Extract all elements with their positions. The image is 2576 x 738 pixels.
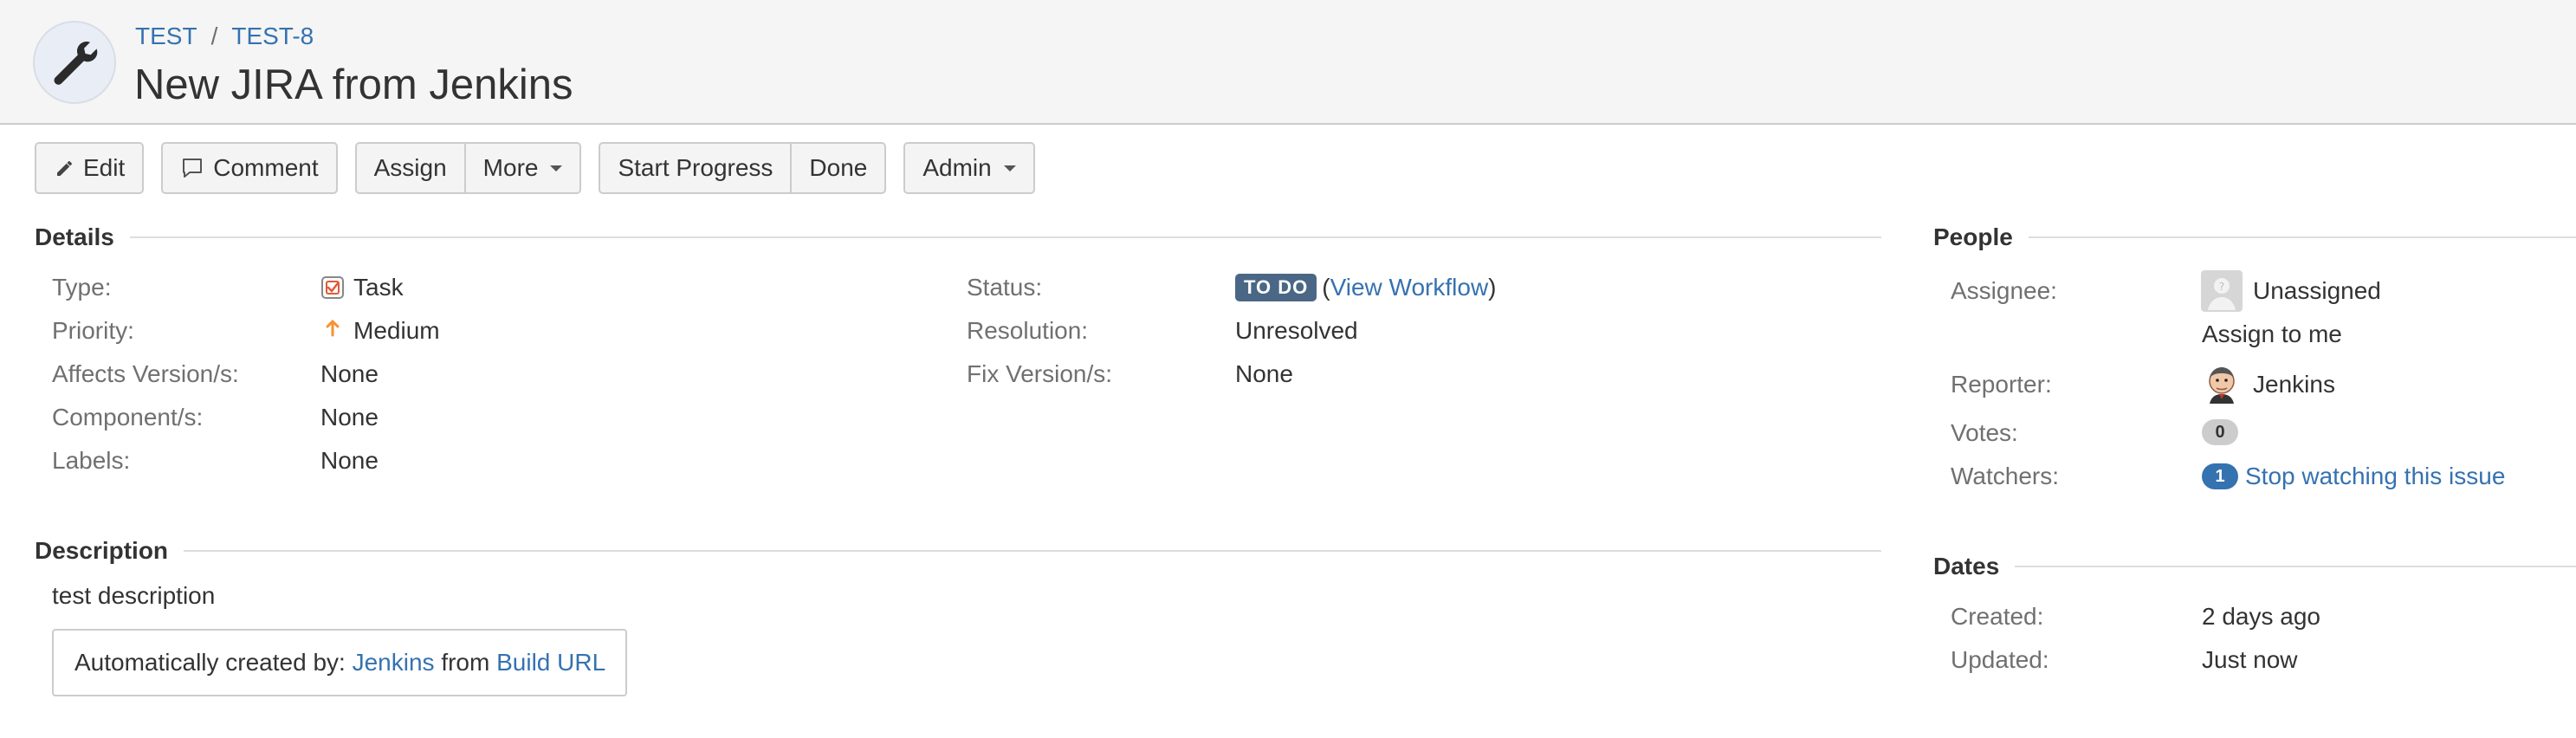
type-value: Task — [320, 274, 404, 301]
breadcrumb-issue-key-link[interactable]: TEST-8 — [231, 23, 314, 49]
start-progress-button[interactable]: Start Progress — [599, 142, 793, 194]
reporter-label: Reporter: — [1951, 371, 2052, 398]
done-button[interactable]: Done — [792, 142, 887, 194]
comment-button[interactable]: Comment — [161, 142, 338, 194]
priority-medium-icon — [326, 320, 340, 337]
type-label: Type: — [52, 274, 112, 301]
assign-more-group: Assign More — [354, 142, 582, 194]
jenkins-link[interactable]: Jenkins — [353, 649, 435, 676]
admin-group: Admin — [903, 142, 1035, 194]
people-divider — [2028, 236, 2576, 238]
created-value: 2 days ago — [2202, 603, 2320, 630]
watchers-badge[interactable]: 1 — [2202, 463, 2238, 489]
done-button-label: Done — [809, 154, 868, 181]
breadcrumb-project-link[interactable]: TEST — [135, 23, 197, 49]
status-value: TO DO (View Workflow) — [1235, 274, 1497, 301]
priority-value-text: Medium — [353, 317, 440, 344]
stop-watching-link[interactable]: Stop watching this issue — [2245, 463, 2505, 490]
people-heading-label: People — [1933, 223, 2013, 250]
edit-button-label: Edit — [83, 154, 126, 181]
assign-button-label: Assign — [373, 154, 447, 181]
workflow-group: Start Progress Done — [599, 142, 887, 194]
votes-value: 0 — [2202, 419, 2238, 445]
votes-badge[interactable]: 0 — [2202, 419, 2238, 445]
people-heading[interactable]: People — [1933, 223, 2576, 251]
assignee-label: Assignee: — [1951, 277, 2057, 304]
updated-value: Just now — [2202, 646, 2298, 673]
admin-button[interactable]: Admin — [903, 142, 1035, 194]
comment-button-label: Comment — [213, 154, 319, 181]
description-divider — [184, 550, 1881, 552]
build-url-link[interactable]: Build URL — [496, 649, 605, 676]
updated-label: Updated: — [1951, 646, 2049, 673]
description-heading[interactable]: Description — [35, 537, 1881, 565]
breadcrumb: TEST / TEST-8 — [135, 23, 314, 50]
fix-versions-label: Fix Version/s: — [967, 360, 1113, 387]
start-progress-label: Start Progress — [618, 154, 773, 181]
issue-header: TEST / TEST-8 New JIRA from Jenkins — [0, 0, 2576, 125]
chevron-down-icon — [1003, 165, 1016, 172]
admin-button-label: Admin — [922, 154, 992, 181]
resolution-value: Unresolved — [1235, 317, 1358, 344]
components-value: None — [320, 404, 379, 430]
open-paren: ( — [1322, 274, 1330, 301]
description-panel-middle: from — [441, 649, 490, 676]
more-button[interactable]: More — [465, 142, 582, 194]
priority-value: Medium — [320, 317, 440, 345]
assignee-value: ? Unassigned — [2201, 270, 2381, 312]
page-title[interactable]: New JIRA from Jenkins — [134, 59, 573, 111]
assignee-value-text: Unassigned — [2253, 277, 2381, 304]
project-avatar[interactable] — [33, 21, 116, 104]
close-paren: ) — [1488, 274, 1497, 301]
breadcrumb-separator: / — [210, 23, 218, 49]
dates-heading-label: Dates — [1933, 553, 2000, 579]
description-panel: Automatically created by: Jenkins from B… — [52, 629, 627, 696]
svg-text:?: ? — [2219, 281, 2224, 293]
components-label: Component/s: — [52, 404, 204, 430]
assign-to-me-link[interactable]: Assign to me — [2202, 320, 2342, 348]
details-heading[interactable]: Details — [35, 223, 1881, 251]
watchers-value: 1 Stop watching this issue — [2202, 463, 2505, 490]
dates-divider — [2015, 566, 2576, 567]
fix-versions-value: None — [1235, 360, 1293, 387]
edit-button[interactable]: Edit — [35, 142, 145, 194]
assign-button[interactable]: Assign — [354, 142, 466, 194]
description-text[interactable]: test description — [52, 582, 215, 610]
details-divider — [129, 236, 1881, 238]
wrench-icon — [54, 42, 98, 85]
unassigned-avatar-icon: ? — [2201, 270, 2243, 312]
more-button-label: More — [482, 154, 539, 181]
task-icon — [321, 276, 344, 299]
view-workflow-link[interactable]: View Workflow — [1330, 274, 1489, 301]
affects-versions-value: None — [320, 360, 379, 387]
dates-heading[interactable]: Dates — [1933, 553, 2576, 580]
priority-label: Priority: — [52, 317, 134, 344]
chevron-down-icon — [550, 165, 563, 172]
status-lozenge: TO DO — [1235, 274, 1317, 301]
affects-versions-label: Affects Version/s: — [52, 360, 239, 387]
labels-label: Labels: — [52, 447, 131, 474]
votes-label: Votes: — [1951, 419, 2018, 446]
edit-group: Edit — [35, 142, 145, 194]
description-panel-prefix: Automatically created by: — [74, 649, 346, 676]
comment-group: Comment — [161, 142, 338, 194]
issue-toolbar: Edit Comment Assign More Start Progress … — [35, 142, 1052, 194]
created-label: Created: — [1951, 603, 2044, 630]
status-label: Status: — [967, 274, 1043, 301]
comment-icon — [183, 159, 203, 178]
labels-value[interactable]: None — [320, 447, 379, 475]
pencil-icon — [57, 161, 72, 176]
details-heading-label: Details — [35, 223, 114, 250]
resolution-label: Resolution: — [967, 317, 1089, 344]
watchers-label: Watchers: — [1951, 463, 2059, 489]
description-heading-label: Description — [35, 537, 169, 564]
reporter-value: Jenkins — [2201, 364, 2335, 405]
reporter-value-text: Jenkins — [2253, 371, 2335, 398]
type-value-text: Task — [353, 274, 404, 301]
jenkins-avatar-icon — [2209, 367, 2235, 404]
